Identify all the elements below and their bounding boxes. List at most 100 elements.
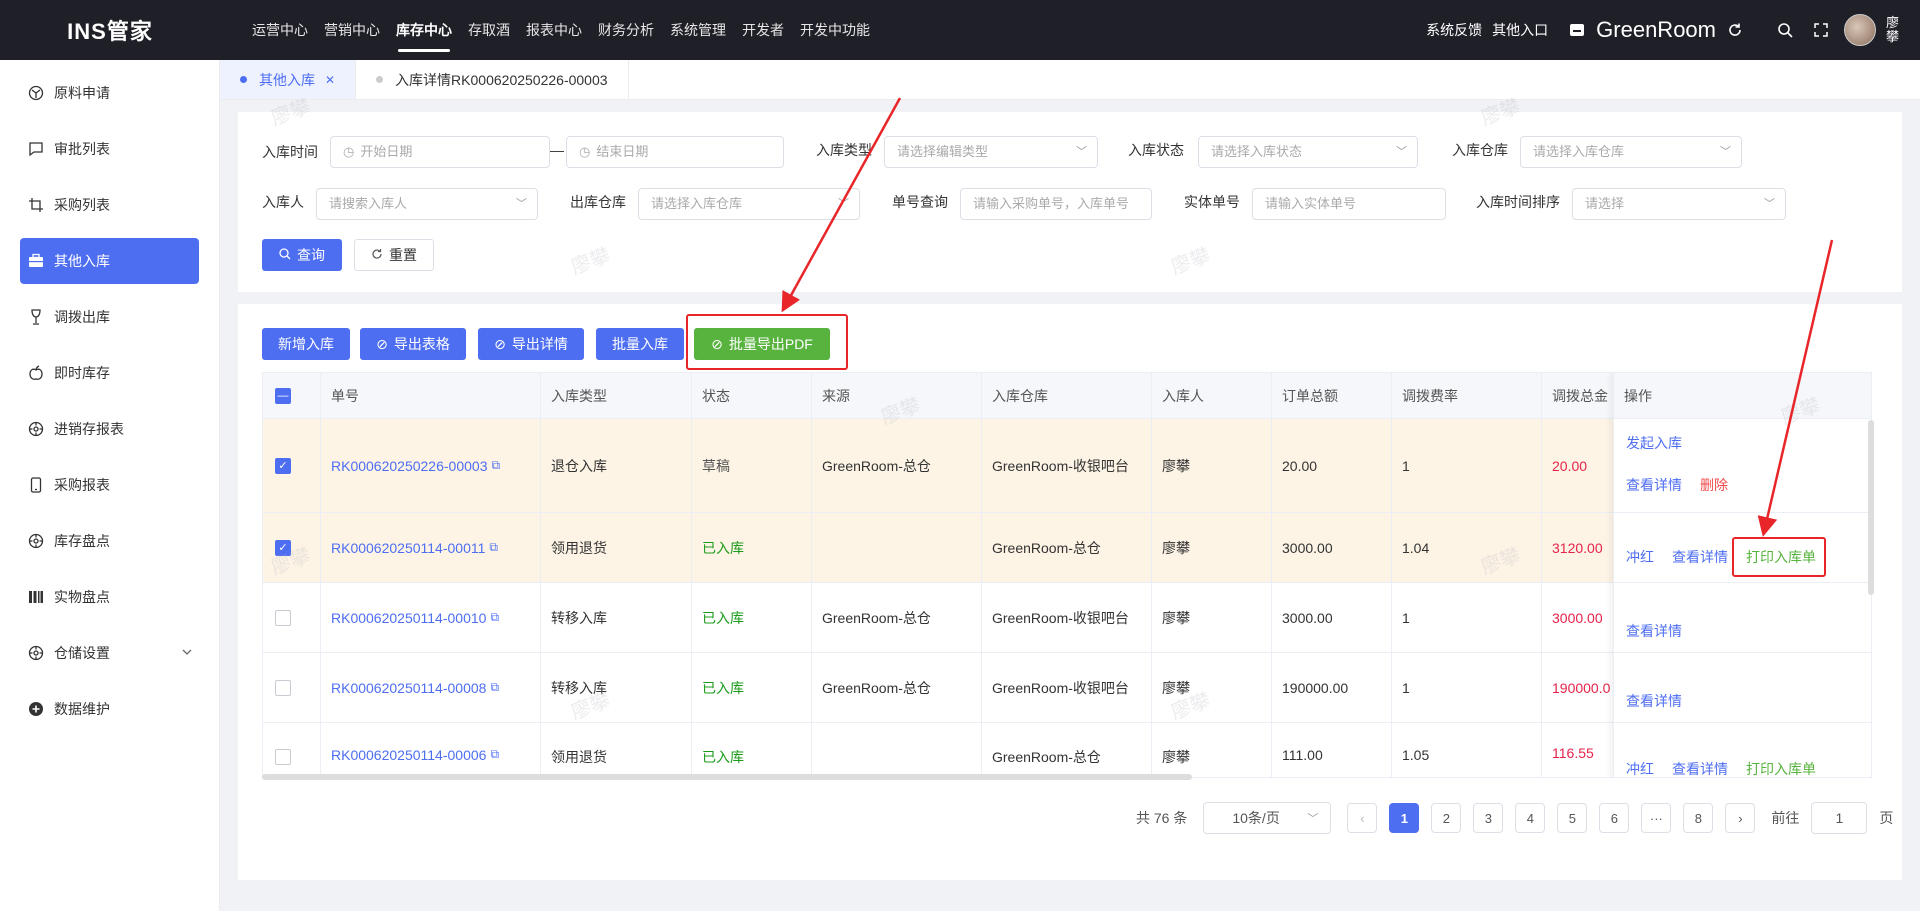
search-button[interactable]: 查询 — [262, 239, 342, 271]
nav-wine-storage[interactable]: 存取酒 — [460, 0, 518, 60]
tab-other-inbound[interactable]: 其他入库 ✕ — [220, 60, 357, 99]
nav-marketing-center[interactable]: 营销中心 — [316, 0, 388, 60]
sidebar-item-transfer-outbound[interactable]: 调拨出库 — [20, 294, 199, 340]
page-8[interactable]: 8 — [1683, 803, 1714, 833]
refresh-icon[interactable] — [1722, 17, 1748, 43]
row-checkbox[interactable]: ✓ — [275, 539, 291, 556]
copy-icon[interactable]: ⧉ — [491, 458, 500, 473]
col-order-no[interactable]: 单号 — [321, 373, 541, 418]
sidebar-item-inventory-report[interactable]: 进销存报表 — [20, 406, 199, 452]
row-checkbox[interactable]: ✓ — [275, 457, 291, 474]
out-warehouse-select[interactable]: 请选择入库仓库 ﹀ — [638, 188, 860, 220]
start-inbound-link[interactable]: 发起入库 — [1626, 433, 1682, 453]
in-warehouse-select[interactable]: 请选择入库仓库 ﹀ — [1520, 136, 1742, 168]
reset-button[interactable]: 重置 — [354, 239, 434, 271]
person-search-select[interactable]: 请搜索入库人 ﹀ — [316, 188, 538, 220]
nav-in-development[interactable]: 开发中功能 — [792, 0, 878, 60]
horizontal-scrollbar[interactable] — [262, 774, 1192, 780]
order-no-link[interactable]: RK000620250114-00011 — [331, 540, 485, 556]
batch-inbound-button[interactable]: 批量入库 — [596, 328, 684, 360]
col-in-warehouse[interactable]: 入库仓库 — [982, 373, 1152, 418]
page-3[interactable]: 3 — [1473, 803, 1504, 833]
sidebar-item-stock-check[interactable]: 库存盘点 — [20, 518, 199, 564]
tab-inbound-detail[interactable]: 入库详情RK000620250226-00003 — [356, 60, 629, 99]
col-source[interactable]: 来源 — [812, 373, 982, 418]
reverse-link[interactable]: 冲红 — [1626, 547, 1654, 567]
entity-number-input[interactable]: 请输入实体单号 — [1252, 188, 1446, 220]
col-transfer-rate[interactable]: 调拨费率 — [1392, 373, 1542, 418]
nav-finance-analysis[interactable]: 财务分析 — [590, 0, 662, 60]
reverse-link[interactable]: 冲红 — [1626, 759, 1654, 777]
batch-export-pdf-button[interactable]: ⊘ 批量导出PDF — [694, 328, 830, 360]
view-detail-link[interactable]: 查看详情 — [1672, 547, 1728, 567]
view-detail-link[interactable]: 查看详情 — [1626, 691, 1682, 711]
col-in-type[interactable]: 入库类型 — [541, 373, 692, 418]
copy-icon[interactable]: ⧉ — [490, 747, 499, 762]
other-entry-link[interactable]: 其他入口 — [1492, 20, 1548, 40]
page-ellipsis[interactable]: ··· — [1641, 803, 1672, 833]
goto-page-input[interactable]: 1 — [1811, 802, 1868, 834]
vertical-scrollbar[interactable] — [1868, 420, 1874, 595]
view-detail-link[interactable]: 查看详情 — [1626, 621, 1682, 641]
order-no-link[interactable]: RK000620250114-00006 — [331, 747, 486, 763]
system-feedback-link[interactable]: 系统反馈 — [1426, 20, 1482, 40]
sort-select[interactable]: 请选择 ﹀ — [1572, 188, 1786, 220]
sidebar-item-other-inbound[interactable]: 其他入库 — [20, 238, 199, 284]
search-button-label: 查询 — [297, 247, 325, 263]
start-date-input[interactable]: ◷ 开始日期 — [330, 136, 550, 168]
export-table-button[interactable]: ⊘ 导出表格 — [360, 328, 466, 360]
nav-ops-center[interactable]: 运营中心 — [244, 0, 316, 60]
order-no-link[interactable]: RK000620250114-00008 — [331, 680, 486, 696]
copy-icon[interactable]: ⧉ — [490, 610, 499, 625]
copy-icon[interactable]: ⧉ — [490, 680, 499, 695]
sidebar-item-data-maintenance[interactable]: 数据维护 — [20, 686, 199, 732]
page-4[interactable]: 4 — [1515, 803, 1546, 833]
col-status[interactable]: 状态 — [692, 373, 812, 418]
col-person[interactable]: 入库人 — [1152, 373, 1272, 418]
add-inbound-button[interactable]: 新增入库 — [262, 328, 350, 360]
copy-icon[interactable]: ⧉ — [489, 540, 498, 555]
page-2[interactable]: 2 — [1431, 803, 1462, 833]
sidebar-item-purchase-report[interactable]: 采购报表 — [20, 462, 199, 508]
nav-developer[interactable]: 开发者 — [734, 0, 792, 60]
user-avatar[interactable] — [1844, 14, 1876, 46]
nav-system-management[interactable]: 系统管理 — [662, 0, 734, 60]
page-1[interactable]: 1 — [1389, 803, 1420, 833]
store-switcher[interactable]: GreenRoom — [1564, 17, 1748, 43]
page-5[interactable]: 5 — [1557, 803, 1588, 833]
close-icon[interactable]: ✕ — [325, 73, 335, 87]
select-all-checkbox[interactable]: — — [275, 387, 291, 404]
order-no-link[interactable]: RK000620250226-00003 — [331, 458, 487, 474]
delete-link[interactable]: 删除 — [1700, 475, 1728, 495]
user-name[interactable]: 廖攀 — [1886, 16, 1900, 44]
fullscreen-icon[interactable] — [1808, 17, 1834, 43]
col-order-amount[interactable]: 订单总额 — [1272, 373, 1392, 418]
view-detail-link[interactable]: 查看详情 — [1672, 759, 1728, 777]
sidebar-item-realtime-stock[interactable]: 即时库存 — [20, 350, 199, 396]
sidebar-item-purchase-list[interactable]: 采购列表 — [20, 182, 199, 228]
view-detail-link[interactable]: 查看详情 — [1626, 475, 1682, 495]
sidebar-item-approval-list[interactable]: 审批列表 — [20, 126, 199, 172]
in-status-select[interactable]: 请选择入库状态 ﹀ — [1198, 136, 1418, 168]
print-inbound-link[interactable]: 打印入库单 — [1746, 547, 1816, 567]
row-checkbox[interactable] — [275, 679, 291, 696]
sidebar-item-physical-count[interactable]: 实物盘点 — [20, 574, 199, 620]
next-page-button[interactable]: › — [1725, 803, 1756, 833]
end-date-input[interactable]: ◷ 结束日期 — [566, 136, 784, 168]
row-checkbox[interactable] — [275, 749, 291, 765]
in-type-select[interactable]: 请选择编辑类型 ﹀ — [884, 136, 1098, 168]
sidebar-item-material-request[interactable]: 原料申请 — [20, 70, 199, 116]
prev-page-button[interactable]: ‹ — [1347, 803, 1378, 833]
page-size-select[interactable]: 10条/页 ﹀ — [1203, 802, 1332, 834]
row-checkbox[interactable] — [275, 609, 291, 626]
app-logo[interactable]: INS管家 — [0, 14, 220, 46]
sidebar-item-warehouse-settings[interactable]: 仓储设置 — [20, 630, 199, 676]
order-no-link[interactable]: RK000620250114-00010 — [331, 610, 486, 626]
print-inbound-link[interactable]: 打印入库单 — [1746, 759, 1816, 777]
order-number-input[interactable]: 请输入采购单号，入库单号 — [960, 188, 1152, 220]
export-detail-button[interactable]: ⊘ 导出详情 — [478, 328, 584, 360]
nav-report-center[interactable]: 报表中心 — [518, 0, 590, 60]
nav-inventory-center[interactable]: 库存中心 — [388, 0, 460, 60]
search-icon[interactable] — [1772, 17, 1798, 43]
page-6[interactable]: 6 — [1599, 803, 1630, 833]
